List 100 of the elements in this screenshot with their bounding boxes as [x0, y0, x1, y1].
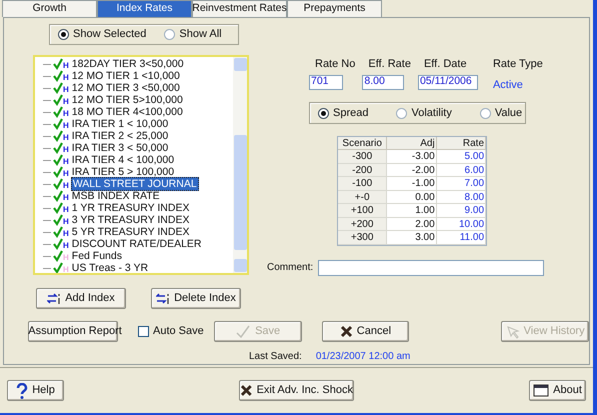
exit-button[interactable]: Exit Adv. Inc. Shock — [239, 380, 354, 401]
radio-label[interactable]: Show All — [179, 26, 222, 43]
checkmark-icon[interactable] — [53, 178, 63, 190]
last-saved-label: Last Saved: — [249, 350, 302, 364]
status-letter: H — [63, 97, 69, 106]
checkmark-icon[interactable] — [53, 70, 63, 82]
auto-save-checkbox[interactable]: Auto Save — [138, 323, 204, 340]
rate-field[interactable]: 8.00 — [362, 74, 404, 90]
status-letter: H — [63, 121, 69, 130]
list-item[interactable]: 5 YR TREASURY INDEX — [70, 226, 190, 238]
radio-button[interactable] — [396, 108, 408, 118]
index-list[interactable] — [33, 55, 249, 275]
column-header: Adj — [387, 137, 437, 150]
table-cell: 0.00 — [387, 190, 437, 204]
last-saved-value: 01/23/2007 12:00 am — [316, 350, 410, 364]
checkmark-icon[interactable] — [53, 214, 63, 226]
tab[interactable]: Index Rates — [97, 0, 192, 17]
checkmark-icon — [235, 324, 252, 338]
rate-field[interactable]: 701 — [309, 74, 343, 90]
rate-field[interactable]: 05/11/2006 — [418, 74, 478, 90]
comment-field[interactable] — [318, 260, 544, 276]
row-header: -300 — [338, 150, 388, 164]
help-button[interactable]: Help — [7, 380, 64, 401]
row-header: +100 — [338, 204, 388, 218]
table-cell: -1.00 — [387, 177, 437, 190]
radio-button[interactable] — [58, 29, 69, 40]
checkmark-icon[interactable] — [53, 142, 63, 154]
list-item[interactable]: 182DAY TIER 3<50,000 — [70, 58, 185, 70]
checkmark-icon[interactable] — [53, 82, 63, 94]
status-letter: H — [63, 265, 69, 273]
tab[interactable]: Growth — [2, 0, 97, 17]
row-header: +200 — [338, 218, 388, 231]
list-item[interactable]: IRA TIER 3 < 50,000 — [70, 142, 170, 154]
radio-label[interactable]: Volatility — [411, 104, 452, 122]
radio-button[interactable] — [164, 29, 176, 40]
field-label: Rate Type — [492, 57, 543, 72]
checkmark-icon[interactable] — [53, 130, 63, 142]
table-cell: 2.00 — [387, 218, 437, 231]
list-item[interactable]: IRA TIER 4 < 100,000 — [70, 154, 176, 166]
scrollbar[interactable] — [233, 57, 247, 273]
status-letter: H — [63, 133, 69, 142]
field-label: Eff. Date — [422, 57, 467, 72]
list-item[interactable]: IRA TIER 5 > 100,000 — [70, 166, 176, 178]
status-letter: H — [63, 109, 69, 118]
list-action-button[interactable]: Add Index — [36, 288, 126, 309]
status-letter: H — [63, 193, 69, 202]
checkmark-icon[interactable] — [53, 226, 63, 238]
list-item[interactable]: IRA TIER 1 < 10,000 — [70, 118, 170, 130]
radio-button[interactable] — [480, 108, 491, 118]
status-letter: H — [63, 181, 69, 190]
list-item[interactable]: US Treas - 3 YR — [70, 262, 150, 273]
cursor-icon — [506, 324, 520, 338]
row-header: -100 — [338, 177, 388, 190]
tab[interactable]: Prepayments — [287, 0, 382, 17]
arrows-icon — [47, 292, 62, 304]
table-cell: 9.00 — [436, 204, 486, 218]
table-cell: 5.00 — [436, 150, 486, 164]
checkmark-icon[interactable] — [53, 202, 63, 214]
list-item[interactable]: WALL STREET JOURNAL — [70, 177, 199, 191]
list-item[interactable]: 12 MO TIER 1 <10,000 — [70, 70, 181, 82]
checkmark-icon[interactable] — [53, 154, 63, 166]
list-item[interactable]: DISCOUNT RATE/DEALER — [70, 238, 202, 250]
tab[interactable]: Reinvestment Rates — [192, 0, 287, 17]
list-item[interactable]: Fed Funds — [70, 250, 123, 262]
list-item[interactable]: 1 YR TREASURY INDEX — [70, 202, 190, 214]
field-label: Rate No — [314, 57, 356, 72]
table-cell: 7.00 — [436, 177, 486, 190]
status-letter: H — [63, 61, 69, 70]
checkmark-icon[interactable] — [53, 262, 63, 273]
list-item[interactable]: 12 MO TIER 3 <50,000 — [70, 82, 181, 94]
status-letter: H — [63, 85, 69, 94]
status-letter: H — [63, 73, 69, 82]
cancel-button[interactable]: Cancel — [322, 321, 410, 342]
list-item[interactable]: 18 MO TIER 4<100,000 — [70, 106, 184, 118]
checkmark-icon[interactable] — [53, 238, 63, 250]
list-action-button[interactable]: Delete Index — [151, 288, 241, 309]
checkmark-icon[interactable] — [53, 190, 63, 202]
checkmark-icon[interactable] — [53, 106, 63, 118]
list-item[interactable]: MSB INDEX RATE — [70, 190, 161, 202]
x-icon — [240, 384, 253, 397]
radio-label[interactable]: Show Selected — [73, 26, 146, 43]
window-icon — [533, 384, 550, 397]
checkmark-icon[interactable] — [53, 118, 63, 130]
list-item[interactable]: 3 YR TREASURY INDEX — [70, 214, 190, 226]
checkmark-icon[interactable] — [53, 166, 63, 178]
table-cell: 8.00 — [436, 190, 486, 204]
status-letter: H — [63, 205, 69, 214]
checkmark-icon[interactable] — [53, 250, 63, 262]
checkmark-icon[interactable] — [53, 58, 63, 70]
field-label: Eff. Rate — [367, 57, 411, 72]
radio-button[interactable] — [318, 108, 329, 118]
list-item[interactable]: IRA TIER 2 < 25,000 — [70, 130, 170, 142]
about-button[interactable]: About — [529, 380, 586, 401]
radio-label[interactable]: Spread — [333, 104, 368, 122]
rate-type-value: Active — [492, 78, 523, 92]
list-item[interactable]: 12 MO TIER 5>100,000 — [70, 94, 184, 106]
radio-label[interactable]: Value — [494, 104, 522, 122]
status-letter: H — [63, 229, 69, 238]
checkmark-icon[interactable] — [53, 94, 63, 106]
row-header: +-0 — [338, 190, 388, 204]
